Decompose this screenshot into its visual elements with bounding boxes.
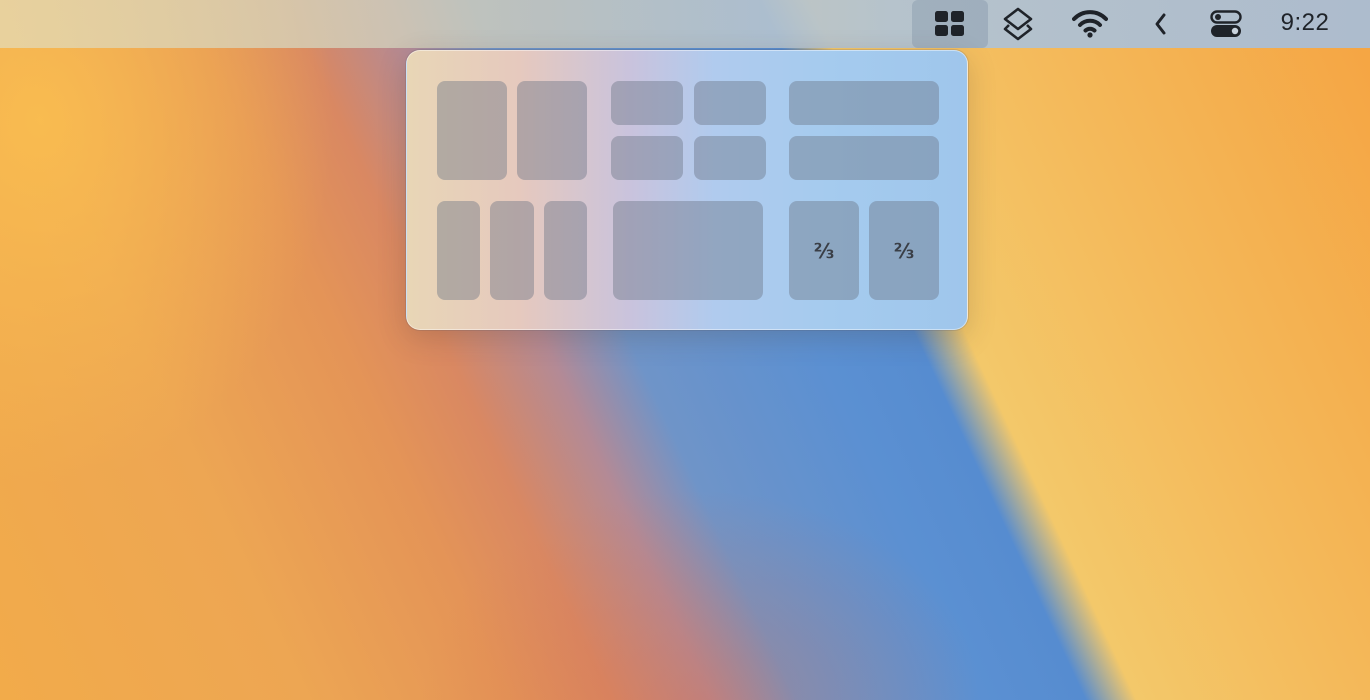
layout-right-two-thirds[interactable]: ⅔ xyxy=(869,201,939,300)
layers-icon xyxy=(1003,7,1033,41)
layout-right-half[interactable] xyxy=(517,81,587,180)
layout-center-third[interactable] xyxy=(490,201,534,300)
layout-top-half[interactable] xyxy=(789,81,939,125)
layout-top-right-quarter[interactable] xyxy=(694,81,766,125)
layout-bottom-left-quarter[interactable] xyxy=(611,136,683,180)
layers-menu-button[interactable] xyxy=(998,0,1038,48)
control-center-button[interactable] xyxy=(1204,0,1248,48)
layout-right-third[interactable] xyxy=(544,201,587,300)
layout-top-left-quarter[interactable] xyxy=(611,81,683,125)
two-thirds-label: ⅔ xyxy=(893,238,915,263)
collapse-menu-items-button[interactable] xyxy=(1146,0,1174,48)
layout-bottom-half[interactable] xyxy=(789,136,939,180)
menu-bar-clock[interactable]: 9:22 xyxy=(1270,0,1340,48)
layout-maximize[interactable] xyxy=(613,201,763,300)
two-thirds-label: ⅔ xyxy=(813,238,835,263)
wifi-icon xyxy=(1072,10,1108,38)
wifi-menu-button[interactable] xyxy=(1068,0,1112,48)
layout-left-half[interactable] xyxy=(437,81,507,180)
layout-bottom-right-quarter[interactable] xyxy=(694,136,766,180)
menu-bar: 9:22 xyxy=(0,0,1370,48)
chevron-left-icon xyxy=(1155,13,1166,35)
control-center-toggles-icon xyxy=(1210,10,1242,37)
grid-four-squares-icon xyxy=(935,11,964,36)
window-layout-popover: ⅔ ⅔ xyxy=(406,50,968,330)
layout-left-two-thirds[interactable]: ⅔ xyxy=(789,201,859,300)
window-layout-menu-button[interactable] xyxy=(912,0,988,48)
layout-left-third[interactable] xyxy=(437,201,480,300)
